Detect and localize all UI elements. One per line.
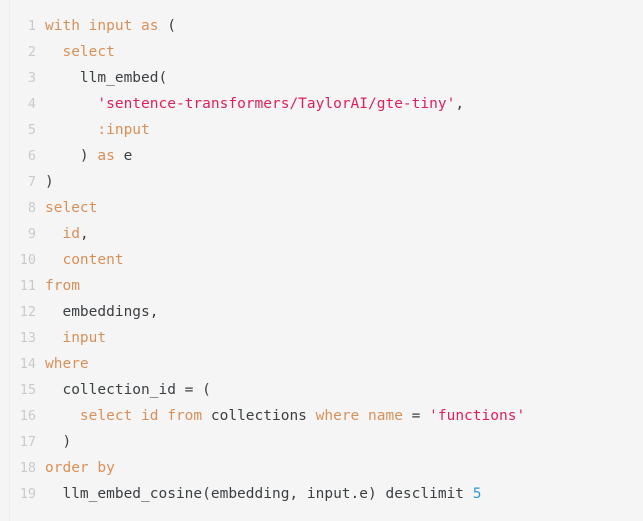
code-token-plain: ) xyxy=(45,148,89,164)
line-number: 9 xyxy=(27,226,36,242)
sql-code-editor[interactable]: 1 with input as (2 select 3 llm_embed(4 's… xyxy=(0,0,643,521)
line-number: 1 xyxy=(27,18,36,34)
code-token-keyword: as xyxy=(88,148,124,164)
code-token-keyword: input xyxy=(62,330,107,346)
code-line-content[interactable]: id, xyxy=(36,221,643,247)
code-line[interactable]: 11 from xyxy=(0,273,643,299)
code-line[interactable]: 14 where xyxy=(0,351,643,377)
code-token-keyword: from xyxy=(45,278,80,294)
code-token-plain: , xyxy=(455,96,465,112)
line-number: 14 xyxy=(19,356,36,372)
code-line[interactable]: 17 ) xyxy=(0,429,643,455)
line-number: 3 xyxy=(27,70,36,86)
code-line-content[interactable]: select xyxy=(36,195,643,221)
code-token-keyword: :input xyxy=(97,122,150,138)
code-lines-container[interactable]: 1 with input as (2 select 3 llm_embed(4 's… xyxy=(0,13,643,507)
line-number: 2 xyxy=(27,44,36,60)
code-line-content[interactable]: 'sentence-transformers/TaylorAI/gte-tiny… xyxy=(36,91,643,117)
code-token-number: 5 xyxy=(472,486,482,502)
code-line[interactable]: 16 select id from collections where name… xyxy=(0,403,643,429)
line-number: 12 xyxy=(19,304,36,320)
code-token-plain: = xyxy=(411,408,430,424)
code-line[interactable]: 7) xyxy=(0,169,643,195)
code-line[interactable]: 18 order by xyxy=(0,455,643,481)
line-number: 16 xyxy=(19,408,36,424)
code-line-content[interactable]: where xyxy=(36,351,643,377)
code-token-plain: collection_id = ( xyxy=(45,382,211,398)
code-line[interactable]: 4 'sentence-transformers/TaylorAI/gte-ti… xyxy=(0,91,643,117)
code-token-keyword: with input as xyxy=(45,18,168,34)
code-line-content[interactable]: ) xyxy=(36,169,643,195)
code-line-content[interactable]: select xyxy=(36,39,643,65)
line-number: 10 xyxy=(19,252,36,268)
code-line[interactable]: 15 collection_id = ( xyxy=(0,377,643,403)
code-token-plain: llm_embed( xyxy=(45,70,168,86)
code-line[interactable]: 12 embeddings, xyxy=(0,299,643,325)
code-line-content[interactable]: input xyxy=(36,325,643,351)
line-number: 6 xyxy=(27,148,36,164)
code-line-content[interactable]: content xyxy=(36,247,643,273)
line-number: 19 xyxy=(19,486,36,502)
code-line-content[interactable]: with input as ( xyxy=(36,13,643,39)
code-token-keyword: id xyxy=(62,226,80,242)
code-token-keyword: select id from xyxy=(79,408,211,424)
code-line[interactable]: 13 input xyxy=(0,325,643,351)
line-number: 13 xyxy=(19,330,36,346)
line-number: 7 xyxy=(27,174,36,190)
code-token-plain: collections xyxy=(210,408,316,424)
code-line[interactable]: 1 with input as ( xyxy=(0,13,643,39)
code-token-keyword: order by xyxy=(45,460,115,476)
code-token-keyword: select xyxy=(45,200,98,216)
line-number: 18 xyxy=(19,460,36,476)
line-number: 17 xyxy=(19,434,36,450)
code-token-plain: ) xyxy=(45,434,72,450)
code-token-string: 'functions' xyxy=(429,408,526,424)
code-line-content[interactable]: ) as e xyxy=(36,143,643,169)
code-line[interactable]: 2 select xyxy=(0,39,643,65)
code-line[interactable]: 5 :input xyxy=(0,117,643,143)
code-token-plain: embeddings, xyxy=(45,304,159,320)
line-number: 8 xyxy=(27,200,36,216)
code-token-keyword: where xyxy=(45,356,89,372)
code-line-content[interactable]: order by xyxy=(36,455,643,481)
line-number: 4 xyxy=(27,96,36,112)
code-line[interactable]: 10 content xyxy=(0,247,643,273)
line-number: 15 xyxy=(19,382,36,398)
code-token-plain: , xyxy=(79,226,89,242)
code-line[interactable]: 3 llm_embed( xyxy=(0,65,643,91)
code-token-plain: e xyxy=(123,148,133,164)
code-line[interactable]: 6 ) as e xyxy=(0,143,643,169)
code-token-keyword: select xyxy=(62,44,115,60)
code-line[interactable]: 8 select xyxy=(0,195,643,221)
line-number: 5 xyxy=(27,122,36,138)
code-line-content[interactable]: collection_id = ( xyxy=(36,377,643,403)
code-line-content[interactable]: llm_embed_cosine(embedding, input.e) des… xyxy=(36,481,643,507)
code-token-plain: ( xyxy=(167,18,176,34)
code-token-plain: llm_embed_cosine(embedding, input.e) des… xyxy=(45,486,473,502)
code-token-string: 'sentence-transformers/TaylorAI/gte-tiny… xyxy=(97,96,456,112)
code-line[interactable]: 19 llm_embed_cosine(embedding, input.e) … xyxy=(0,481,643,507)
code-line-content[interactable]: embeddings, xyxy=(36,299,643,325)
code-line-content[interactable]: llm_embed( xyxy=(36,65,643,91)
code-token-keyword: content xyxy=(62,252,124,268)
code-line-content[interactable]: select id from collections where name = … xyxy=(36,403,643,429)
code-token-plain: ) xyxy=(45,174,54,190)
code-line[interactable]: 9 id, xyxy=(0,221,643,247)
code-token-keyword: where name xyxy=(315,408,412,424)
code-line-content[interactable]: from xyxy=(36,273,643,299)
code-line-content[interactable]: :input xyxy=(36,117,643,143)
line-number: 11 xyxy=(19,278,36,294)
code-line-content[interactable]: ) xyxy=(36,429,643,455)
